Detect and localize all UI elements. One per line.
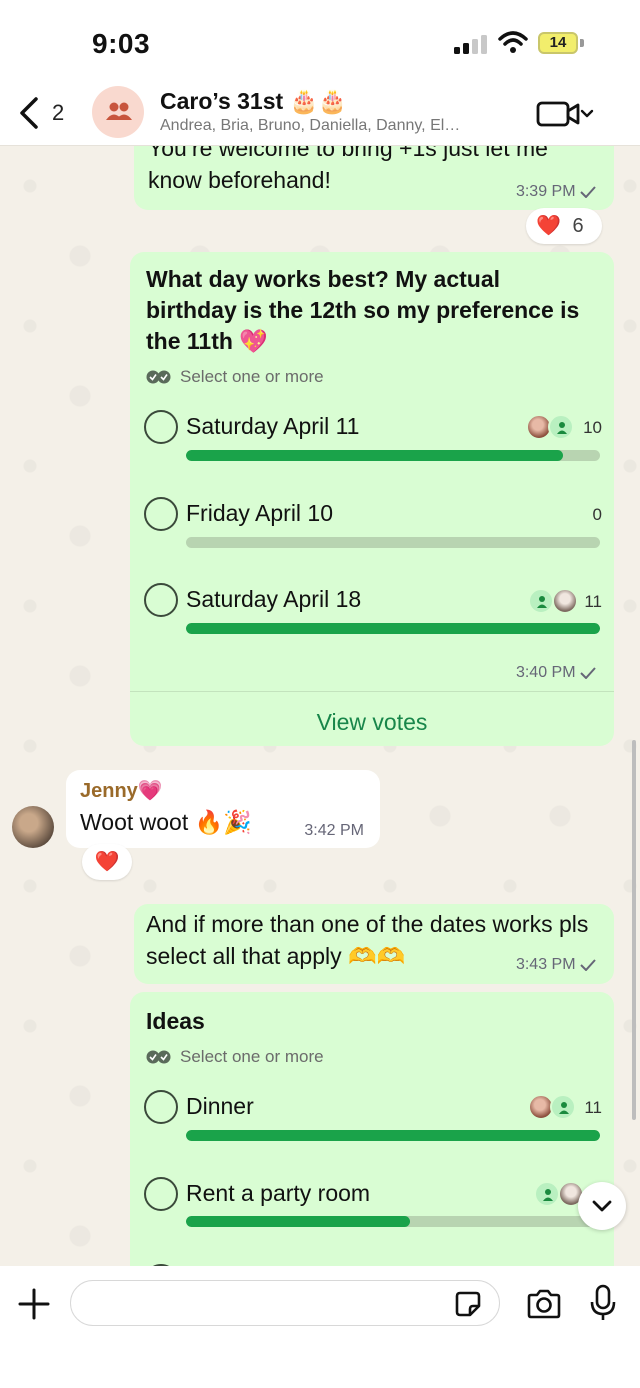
microphone-icon[interactable]	[590, 1284, 616, 1322]
poll-question: What day works best? My actual birthday …	[146, 266, 580, 354]
unread-chats-count[interactable]: 2	[52, 100, 64, 126]
view-votes-button[interactable]: View votes	[130, 709, 614, 736]
message-time: 3:43 PM	[516, 956, 596, 974]
poll-bubble: What day works best? My actual birthday …	[130, 252, 614, 746]
voter-avatar	[548, 414, 574, 440]
scrollbar[interactable]	[632, 740, 636, 1120]
poll-option-bar	[186, 450, 600, 461]
poll-time: 3:40 PM	[516, 664, 596, 682]
status-bar: 9:03 14	[0, 0, 640, 84]
sender-avatar[interactable]	[12, 806, 54, 848]
sent-check-icon	[580, 959, 596, 971]
reaction-badge[interactable]: ❤️ 6	[526, 208, 602, 244]
poll-option-checkbox[interactable]	[144, 583, 178, 617]
poll-option-label[interactable]: Dinner	[186, 1093, 254, 1120]
voter-avatar	[528, 588, 554, 614]
poll-bubble: Ideas Select one or more Dinner 11 Rent …	[130, 992, 614, 1266]
poll-option-label[interactable]: Rent a party room	[186, 1180, 370, 1207]
sender-name[interactable]: Jenny💗	[80, 778, 163, 803]
back-chevron-icon[interactable]	[18, 96, 40, 130]
message-bubble[interactable]: You’re welcome to bring +1s just let me …	[134, 146, 614, 210]
person-icon	[559, 1102, 569, 1114]
poll-option-checkbox[interactable]	[144, 410, 178, 444]
reaction-badge[interactable]: ❤️	[82, 844, 132, 880]
double-check-icon	[146, 1050, 171, 1064]
double-check-icon	[146, 370, 171, 384]
sent-check-icon	[580, 186, 596, 198]
poll-option-bar-fill	[186, 623, 600, 634]
poll-option-label[interactable]: Saturday April 18	[186, 586, 361, 613]
camera-icon[interactable]	[526, 1288, 562, 1320]
video-call-icon[interactable]	[536, 100, 596, 128]
poll-option-label[interactable]: Saturday April 11	[186, 413, 359, 440]
plus-icon[interactable]	[18, 1288, 50, 1320]
message-time: 3:39 PM	[516, 183, 596, 201]
chat-area[interactable]: You’re welcome to bring +1s just let me …	[0, 146, 640, 1266]
poll-option-count: 0	[592, 505, 602, 524]
poll-hint: Select one or more	[180, 367, 324, 386]
battery-icon: 14	[538, 32, 578, 54]
poll-option-bar-fill	[186, 1216, 410, 1227]
heart-reaction-icon: ❤️	[536, 215, 561, 237]
poll-option-bar	[186, 1130, 600, 1141]
poll-option-count: 11	[584, 592, 602, 611]
poll-option-label[interactable]: Friday April 10	[186, 500, 333, 527]
scroll-to-bottom-button[interactable]	[578, 1182, 626, 1230]
chat-header: 2 Caro’s 31st 🎂🎂 Andrea, Bria, Bruno, Da…	[0, 84, 640, 146]
person-icon	[537, 596, 547, 608]
poll-option-bar	[186, 537, 600, 548]
poll-hint: Select one or more	[180, 1047, 324, 1066]
voter-avatar	[534, 1181, 560, 1207]
message-timestamp: 3:42 PM	[304, 822, 364, 839]
chevron-down-icon	[592, 1200, 612, 1212]
message-text: Woot woot 🔥🎉	[80, 809, 252, 835]
reaction-count: 6	[572, 215, 584, 237]
chat-title[interactable]: Caro’s 31st 🎂🎂	[160, 88, 347, 115]
group-avatar[interactable]	[92, 86, 144, 138]
message-timestamp: 3:39 PM	[515, 183, 576, 200]
person-icon	[543, 1189, 553, 1201]
poll-option-count: 10	[583, 418, 602, 437]
poll-option-bar	[186, 1216, 600, 1227]
composer-bar	[0, 1266, 640, 1388]
poll-option-count: 11	[584, 1098, 602, 1117]
poll-timestamp: 3:40 PM	[515, 664, 576, 681]
poll-option-checkbox[interactable]	[144, 1177, 178, 1211]
poll-option-bar	[186, 623, 600, 634]
person-icon	[557, 422, 567, 434]
status-time: 9:03	[92, 28, 151, 59]
battery-tip	[580, 39, 584, 47]
poll-question: Ideas	[146, 1008, 205, 1034]
heart-reaction-icon: ❤️	[94, 851, 120, 873]
chat-participants[interactable]: Andrea, Bria, Bruno, Daniella, Danny, El…	[160, 117, 460, 135]
poll-divider	[130, 691, 614, 692]
message-timestamp: 3:43 PM	[515, 956, 576, 973]
cellular-signal-icon	[454, 35, 487, 54]
message-input[interactable]	[70, 1280, 500, 1326]
message-bubble[interactable]: And if more than one of the dates works …	[134, 904, 614, 984]
poll-option-bar-fill	[186, 1130, 600, 1141]
poll-option-bar-fill	[186, 450, 563, 461]
sticker-icon[interactable]	[454, 1290, 482, 1318]
poll-option-checkbox[interactable]	[144, 1090, 178, 1124]
sent-check-icon	[580, 667, 596, 679]
poll-option-checkbox[interactable]	[144, 497, 178, 531]
message-bubble[interactable]: Jenny💗 Woot woot 🔥🎉 3:42 PM	[66, 770, 380, 848]
wifi-icon	[498, 31, 528, 53]
group-people-icon	[106, 102, 132, 120]
